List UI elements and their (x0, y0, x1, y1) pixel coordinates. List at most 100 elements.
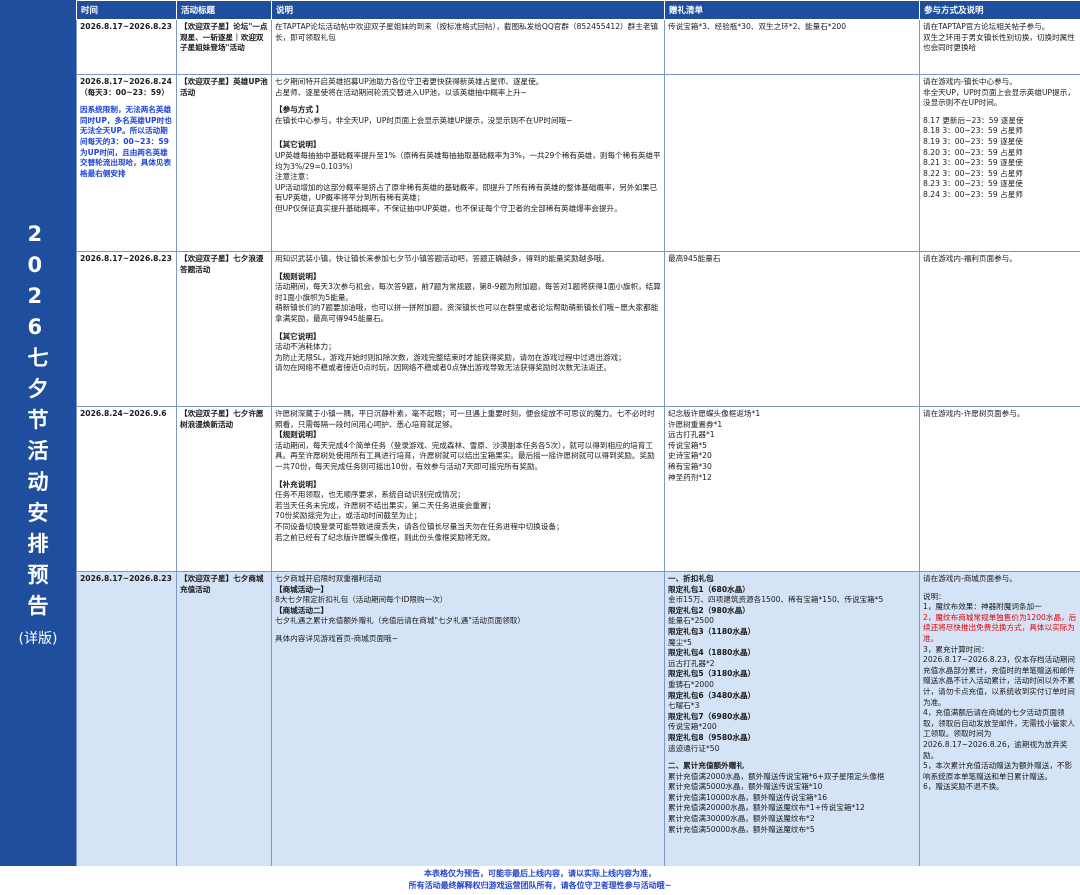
text-line: 活动期间，每天完成4个简单任务（登录游戏、完成森林、雪原、沙漠副本任务各5次），… (275, 440, 655, 471)
text-line: 七夕礼遇之累计充值额外赠礼（充值后请在商城"七夕礼遇"活动页面领取） (275, 616, 525, 626)
sidebar-title-chars: 2 0 2 6 七夕节活动安排预告 (28, 219, 49, 622)
row-time-cell: 2026.8.17~2026.8.24 （每天3：00~23：59） 因系统限制… (76, 74, 177, 252)
table-header-row: 时间 活动标题 说明 赠礼清单 参与方式及说明 (76, 0, 1080, 20)
row-title: 【欢迎双子星】论坛"一点观星、一斩逐星｜欢迎双子星姐妹登场"活动 (176, 19, 272, 75)
table-row: 2026.8.17~2026.8.23 【欢迎双子星】论坛"一点观星、一斩逐星｜… (76, 19, 1080, 75)
sidebar-title-char: 2 (27, 221, 43, 246)
text-line: 双生之环用于男女镇长性别切换，切换时属性也会同时更换哈 (923, 32, 1075, 53)
text-line: 【其它说明】 (275, 331, 321, 341)
text-line: 8.22 3：00~23：59 占星师 (923, 168, 1023, 178)
text-line: 具体内容详见游戏首页-商城页面哦~ (275, 633, 399, 643)
text-line: 萌新镇长们的7题要加油哦，也可以拼一拼附加题，资深镇长也可以在群里或者论坛帮助萌… (275, 303, 659, 323)
text-line: 【参与方式 】 (275, 105, 324, 115)
footer-line: 本表格仅为预告，可能非最后上线内容，请以实际上线内容为准， (424, 869, 656, 878)
text-line: 请在TAPTAP官方论坛相关帖子参与。 (923, 22, 1050, 31)
text-line: 七夕商城开启限时双重福利活动 (275, 574, 382, 583)
table-row: 2026.8.24~2026.9.6 【欢迎双子星】七夕许愿树浪漫焕新活动 许愿… (76, 406, 1080, 572)
pack-items: 七曜石*3 (668, 701, 700, 711)
method-lines: 3，累充计算时间： 2026.8.17~2026.8.23，仅本存档活动期间充值水… (923, 645, 1077, 793)
text-line: 非全天UP，UP时页面上会显示英雄UP提示，没显示则不在UP时间。 (923, 87, 1075, 108)
text-line: 8.20 3：00~23：59 占星师 (923, 147, 1023, 157)
row-title: 【欢迎双子星】英雄UP池活动 (176, 74, 272, 252)
text-line: 请在游戏内-福利页面参与。 (923, 254, 1017, 263)
text-line: 纪念版许愿蝶头像框返场*1 (668, 409, 761, 418)
header-rewards: 赠礼清单 (664, 0, 920, 20)
text-line: UP英雄每抽抽中基础概率提升至1%（原稀有英雄每抽抽取基础概率为3%，一共29个… (275, 150, 661, 171)
text-line: 8.17 更新后~23：59 逐星使 (923, 115, 1024, 125)
pack-items: 重铸石*2000 (668, 679, 714, 689)
row-rewards: 纪念版许愿蝶头像框返场*1 许愿树重置券*1 远古打孔器*1 传说宝箱*5 史诗宝箱*2… (664, 406, 920, 572)
text-line: 请在游戏内-商城页面参与。 (923, 574, 1017, 583)
sidebar-title-char: 夕 (27, 376, 49, 401)
text-line: 许愿树深藏于小镇一隅，平日沉静朴素，毫不起眼；可一旦遇上重要时刻，便会绽放不可思… (275, 409, 655, 429)
text-line: 但UP仅保证真实提升基础概率，不保证抽中UP英雄，也不保证每个守卫者的全部稀有英… (275, 203, 622, 213)
text-line: 4，充值满额后请在商城的七夕活动页面领取，领取后自动发放至邮件，无需找小管家人工… (923, 708, 1075, 760)
pack-name: 限定礼包6（3480水晶） (668, 690, 756, 700)
row-desc: 用知识武装小镇，快让镇长来参加七夕节小镇答题活动吧，答题正确越多，得到的能量奖励… (271, 251, 665, 407)
text-line: 累计充值满20000水晶，额外赠送魔纹布*1+传说宝箱*12 (668, 803, 865, 813)
rewards-section-title: 二、累计充值额外赠礼 (668, 761, 744, 771)
text-line: 3，累充计算时间： (923, 644, 989, 654)
text-line: 占星师、逐星使将在活动期间轮流交替进入UP池，以该英雄抽中概率上升~ (275, 87, 527, 97)
row-time: 2026.8.17~2026.8.24 (80, 77, 172, 86)
footer-note: 本表格仅为预告，可能非最后上线内容，请以实际上线内容为准， 所有活动最终解释权归… (0, 866, 1080, 895)
text-line: 8.19 3：00~23：59 逐星使 (923, 136, 1023, 146)
text-line: 稀有宝箱*30 (668, 461, 712, 471)
text-line: 请勿在网络不稳或者接近0点时玩，因网络不稳或者0点弹出游戏导致无法获得奖励时次数… (275, 363, 612, 373)
text-line: 1，魔纹布效果：神器附魔词条加一 (923, 602, 1042, 612)
row-method: 请在游戏内-商城页面参与。 说明： 1，魔纹布效果：神器附魔词条加一 2，魔纹布商城… (919, 571, 1080, 867)
row-desc: 七夕商城开启限时双重福利活动 【商城活动一】 8大七夕限定折扣礼包（活动期间每个ID… (271, 571, 665, 867)
text-line: 累计充值满2000水晶，额外赠送传说宝箱*6+双子星限定头像框 (668, 771, 885, 781)
row-time: 2026.8.24~2026.9.6 (76, 406, 177, 572)
total-list: 累计充值满2000水晶，额外赠送传说宝箱*6+双子星限定头像框 累计充值满5000… (668, 772, 916, 836)
pack-name: 限定礼包7（6980水晶） (668, 711, 756, 721)
text-line: 不同设备切换登录可能导致进度丢失，请各位镇长尽量当天勿在任务进程中切换设备； (275, 521, 564, 531)
sidebar-title-char: 七 (27, 345, 49, 370)
text-line: 若当天任务未完成，许愿树不结出果实，第二天任务进度会重置； (275, 500, 496, 510)
pack-name: 限定礼包2（980水晶） (668, 605, 750, 615)
text-line: 8.18 3：00~23：59 占星师 (923, 126, 1023, 136)
schedule-page: 2 0 2 6 七夕节活动安排预告 (详版) 时间 活动标题 说明 赠礼清单 参与方式及… (0, 0, 1080, 895)
text-line: 【商城活动一】 (275, 584, 329, 594)
text-line: 七夕期间特开启英雄招募UP池助力各位守卫者更快获得新英雄占星师、逐星使。 (275, 77, 544, 86)
text-line: 70份奖励摇完为止，或活动时间截至为止； (275, 511, 422, 521)
pack-items: 远古打孔器*2 (668, 658, 715, 668)
text-line: 神圣药剂*12 (668, 472, 712, 482)
row-method: 请在游戏内-福利页面参与。 (919, 251, 1080, 407)
row-time: 2026.8.17~2026.8.23 (76, 251, 177, 407)
table-row: 2026.8.17~2026.8.23 【欢迎双子星】七夕浪漫答题活动 用知识武… (76, 251, 1080, 407)
row-title: 【欢迎双子星】七夕许愿树浪漫焕新活动 (176, 406, 272, 572)
text-line: 【补充说明】 (275, 479, 321, 489)
row-time-sub: （每天3：00~23：59） (80, 87, 169, 97)
text-line: 【规则说明】 (275, 271, 321, 281)
text-line: UP活动增加的这部分概率是挤占了原非稀有英雄的基础概率，即提升了所有稀有英雄的整… (275, 182, 658, 203)
row-rewards: 传说宝箱*3、经验瓶*30、双生之环*2、能量石*200 (664, 19, 920, 75)
text-line: 用知识武装小镇，快让镇长来参加七夕节小镇答题活动吧，答题正确越多，得到的能量奖励… (275, 254, 610, 263)
row-time-note: 因系统限制，无法两名英雄同时UP，多名英雄UP时也无法全天UP。所以活动期间每天… (80, 105, 172, 178)
text-line: 若之前已经有了纪念版许愿蝶头像框，则此份头像框奖励将无效。 (275, 532, 496, 542)
pack-list: 限定礼包1（680水晶） 金币15万、四项建筑资源各1500、稀有宝箱*150、传… (668, 585, 916, 755)
text-line: 请在游戏内-许愿树页面参与。 (923, 409, 1025, 418)
text-line: 在镇长中心参与，非全天UP，UP时页面上会显示英雄UP提示，没显示则不在UP时间… (275, 115, 573, 125)
sidebar-title-char: 预 (27, 562, 49, 587)
text-line: 最高945能量石 (668, 254, 721, 263)
text-line: 传说宝箱*3、经验瓶*30、双生之环*2、能量石*200 (668, 22, 847, 31)
footer-line: 所有活动最终解释权归游戏运营团队所有，请各位守卫者理性参与活动哦~ (408, 881, 672, 890)
method-note-red: 2，魔纹布商城常规单独售价为1200水晶，后续还将尽快推出免费兑换方式，具体以实… (923, 612, 1077, 643)
text-line: 累计充值满50000水晶，额外赠送魔纹布*5 (668, 824, 815, 834)
text-line: 传说宝箱*5 (668, 440, 708, 450)
row-rewards: 一、折扣礼包 限定礼包1（680水晶） 金币15万、四项建筑资源各1500、稀有宝… (664, 571, 920, 867)
sidebar-title: 2 0 2 6 七夕节活动安排预告 (详版) (0, 0, 76, 866)
header-desc: 说明 (271, 0, 665, 20)
text-line: 8.21 3：00~23：59 逐星使 (923, 158, 1023, 168)
sidebar-title-char: 节 (27, 407, 49, 432)
text-line: 任务不用领取，也无顺序要求，系统自动识别完成情况； (275, 490, 465, 500)
row-method: 请在游戏内-镇长中心参与。 非全天UP，UP时页面上会显示英雄UP提示，没显示则不… (919, 74, 1080, 252)
text-line: 活动期间，每天3次参与机会，每次答9题，前7题为常规题，第8-9题为附加题，每答… (275, 282, 661, 302)
text-line: 【其它说明】 (275, 140, 321, 150)
pack-items: 魔尘*5 (668, 637, 692, 647)
sidebar-title-char: 活 (27, 438, 49, 463)
sidebar-title-char: 0 (27, 252, 43, 277)
text-line: 8.23 3：00~23：59 逐星使 (923, 179, 1023, 189)
row-time: 2026.8.17~2026.8.23 (76, 19, 177, 75)
